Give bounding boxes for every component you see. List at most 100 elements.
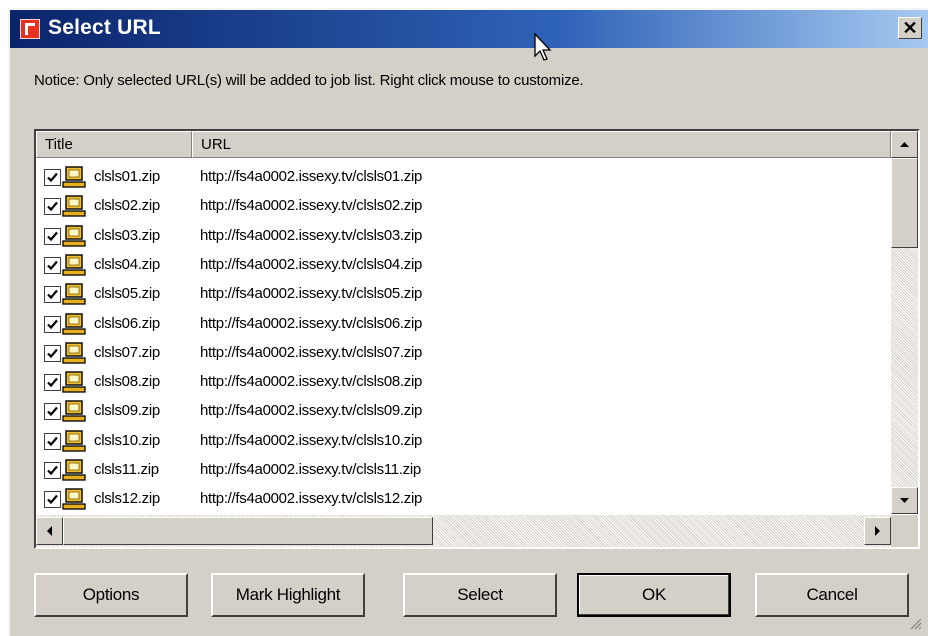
row-checkbox[interactable] [44, 198, 61, 216]
scroll-right-button[interactable] [864, 517, 891, 545]
row-checkbox[interactable] [44, 462, 61, 479]
options-button[interactable]: Options [34, 573, 188, 617]
arrow-left-icon [47, 526, 52, 536]
row-url: http://fs4a0002.issexy.tv/clsls06.zip [200, 314, 423, 332]
column-header-title[interactable]: Title [36, 131, 192, 158]
computer-icon [62, 488, 86, 510]
row-url: http://fs4a0002.issexy.tv/clsls10.zip [200, 431, 423, 449]
checkmark-icon [47, 377, 58, 388]
row-checkbox[interactable] [44, 491, 61, 509]
list-row[interactable]: clsls09.zip http://fs4a0002.issexy.tv/cls… [36, 397, 891, 426]
row-url: http://fs4a0002.issexy.tv/clsls09.zip [200, 402, 423, 420]
computer-icon [62, 195, 86, 217]
scroll-left-button[interactable] [36, 517, 63, 545]
computer-icon [62, 254, 86, 276]
row-url: http://fs4a0002.issexy.tv/clsls05.zip [200, 285, 423, 303]
computer-icon [62, 312, 86, 335]
computer-icon [62, 166, 86, 188]
arrow-right-icon [875, 526, 880, 536]
checkmark-icon [47, 231, 58, 241]
checkmark-icon [47, 436, 58, 446]
row-title: clsls09.zip [94, 402, 160, 420]
row-checkbox[interactable] [44, 227, 61, 245]
row-url: http://fs4a0002.issexy.tv/clsls08.zip [200, 373, 423, 391]
row-title: clsls03.zip [94, 226, 160, 244]
row-url: http://fs4a0002.issexy.tv/clsls07.zip [200, 343, 423, 361]
horizontal-scrollbar[interactable] [36, 515, 891, 547]
select-button[interactable]: Select [403, 573, 557, 617]
cancel-button[interactable]: Cancel [755, 573, 909, 617]
row-url: http://fs4a0002.issexy.tv/clsls01.zip [200, 168, 423, 185]
list-row[interactable]: clsls04.zip http://fs4a0002.issexy.tv/cls… [36, 251, 891, 280]
close-button[interactable]: ✕ [898, 17, 922, 39]
app-icon [20, 19, 40, 39]
list-header: Title URL [36, 131, 891, 158]
scrollbar-corner [891, 515, 918, 547]
list-row[interactable]: clsls08.zip http://fs4a0002.issexy.tv/cls… [36, 368, 891, 397]
select-url-dialog: Select URL ✕ Notice: Only selected URL(s… [8, 8, 928, 636]
vertical-scrollbar[interactable] [891, 131, 918, 514]
title-bar[interactable]: Select URL ✕ [10, 10, 928, 48]
computer-icon [62, 459, 86, 481]
computer-icon [62, 283, 86, 305]
horizontal-scroll-thumb[interactable] [63, 517, 433, 545]
url-list[interactable]: Title URL clsls01.zip http://fs4a0002.iss… [34, 129, 920, 549]
row-title: clsls01.zip [94, 168, 160, 185]
mark-highlight-button[interactable]: Mark Highlight [211, 573, 365, 617]
row-checkbox[interactable] [44, 169, 61, 186]
scroll-down-button[interactable] [891, 487, 918, 514]
computer-icon [62, 371, 86, 393]
column-header-url[interactable]: URL [192, 131, 891, 158]
notice-text: Notice: Only selected URL(s) will be add… [34, 72, 584, 89]
row-title: clsls12.zip [94, 490, 160, 508]
row-title: clsls11.zip [94, 461, 159, 478]
row-title: clsls08.zip [94, 373, 160, 391]
computer-icon [62, 429, 86, 452]
list-row[interactable]: clsls06.zip http://fs4a0002.issexy.tv/cls… [36, 310, 891, 339]
row-title: clsls02.zip [94, 197, 160, 215]
checkmark-icon [47, 348, 58, 358]
checkmark-icon [47, 172, 58, 183]
row-checkbox[interactable] [44, 432, 61, 450]
checkmark-icon [47, 289, 58, 300]
mouse-cursor-icon [534, 32, 552, 61]
row-checkbox[interactable] [44, 403, 61, 421]
row-title: clsls07.zip [94, 343, 160, 361]
row-checkbox[interactable] [44, 315, 61, 333]
checkmark-icon [47, 319, 58, 329]
row-url: http://fs4a0002.issexy.tv/clsls12.zip [200, 490, 423, 508]
row-url: http://fs4a0002.issexy.tv/clsls11.zip [200, 461, 421, 478]
row-title: clsls05.zip [94, 285, 160, 303]
computer-icon [62, 224, 86, 247]
vertical-scroll-thumb[interactable] [891, 158, 918, 248]
window-title: Select URL [48, 16, 161, 39]
checkmark-icon [47, 260, 58, 271]
list-row[interactable]: clsls03.zip http://fs4a0002.issexy.tv/cls… [36, 222, 891, 251]
list-row[interactable]: clsls07.zip http://fs4a0002.issexy.tv/cls… [36, 339, 891, 368]
row-title: clsls06.zip [94, 314, 160, 332]
row-checkbox[interactable] [44, 344, 61, 362]
list-row[interactable]: clsls12.zip http://fs4a0002.issexy.tv/cls… [36, 485, 891, 514]
checkmark-icon [47, 465, 58, 476]
list-row[interactable]: clsls11.zip http://fs4a0002.issexy.tv/cls… [36, 456, 891, 485]
row-url: http://fs4a0002.issexy.tv/clsls02.zip [200, 197, 423, 215]
list-row[interactable]: clsls05.zip http://fs4a0002.issexy.tv/cls… [36, 280, 891, 309]
row-title: clsls04.zip [94, 255, 160, 273]
row-title: clsls10.zip [94, 431, 160, 449]
computer-icon [62, 342, 86, 364]
list-row[interactable]: clsls10.zip http://fs4a0002.issexy.tv/cls… [36, 427, 891, 456]
row-url: http://fs4a0002.issexy.tv/clsls04.zip [200, 255, 423, 273]
checkmark-icon [47, 495, 58, 505]
list-row[interactable]: clsls01.zip http://fs4a0002.issexy.tv/cls… [36, 163, 891, 192]
row-checkbox[interactable] [44, 374, 61, 392]
list-row[interactable]: clsls02.zip http://fs4a0002.issexy.tv/cls… [36, 192, 891, 221]
resize-grip-icon[interactable] [908, 616, 922, 630]
ok-button[interactable]: OK [577, 573, 731, 617]
arrow-up-icon [900, 142, 909, 147]
arrow-down-icon [900, 498, 909, 503]
checkmark-icon [47, 202, 58, 212]
row-checkbox[interactable] [44, 256, 61, 274]
scroll-up-button[interactable] [891, 131, 918, 158]
checkmark-icon [47, 407, 58, 417]
row-checkbox[interactable] [44, 286, 61, 304]
